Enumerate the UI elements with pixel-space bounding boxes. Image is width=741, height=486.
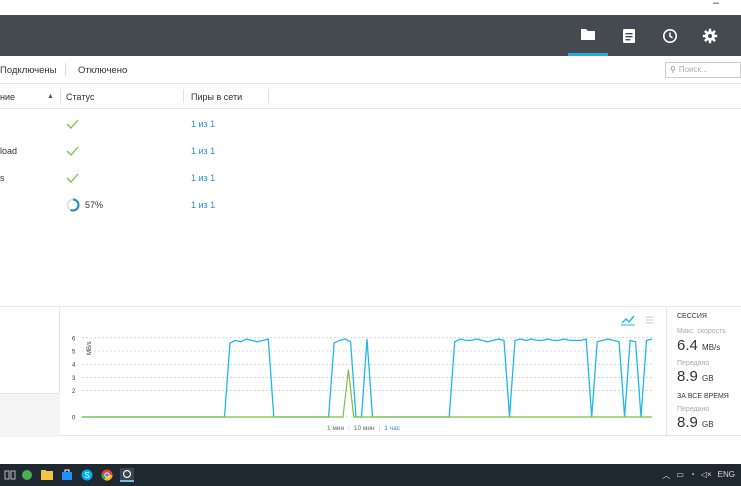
y-tick-label: 0 bbox=[72, 416, 76, 422]
column-name-header[interactable]: ние bbox=[0, 92, 15, 102]
table-row[interactable]: s 1 из 1 bbox=[0, 164, 741, 191]
progress-ring-icon bbox=[66, 198, 80, 212]
list-view-icon[interactable] bbox=[646, 316, 654, 324]
filter-bar: Подключены Отключено ⚲ Поиск... bbox=[0, 56, 741, 84]
trend-chart-icon[interactable] bbox=[621, 315, 635, 324]
column-peers-header[interactable]: Пиры в сети bbox=[191, 92, 242, 102]
y-tick-label: 5 bbox=[72, 350, 76, 356]
stats-panel: СЕССИЯ Макс. скорость 6.4 MB/s Передано … bbox=[666, 307, 741, 437]
settings-button[interactable] bbox=[690, 15, 730, 56]
filter-connected[interactable]: Подключены bbox=[0, 65, 56, 76]
y-tick-label: 2 bbox=[72, 389, 76, 395]
sent-value: 8.9 GB bbox=[677, 368, 714, 385]
row-status bbox=[66, 170, 79, 186]
chrome-icon[interactable] bbox=[100, 468, 114, 482]
table-row[interactable]: load 1 из 1 bbox=[0, 137, 741, 164]
max-speed-unit: MB/s bbox=[702, 343, 721, 352]
sort-ascending-icon[interactable]: ▲ bbox=[47, 93, 54, 100]
row-name: load bbox=[0, 146, 18, 156]
store-icon[interactable] bbox=[60, 468, 74, 482]
row-peers: 1 из 1 bbox=[191, 200, 216, 210]
filter-disabled[interactable]: Отключено bbox=[78, 65, 127, 76]
row-status bbox=[66, 143, 79, 159]
check-icon bbox=[66, 119, 79, 129]
folder-button[interactable] bbox=[568, 15, 608, 56]
search-icon: ⚲ bbox=[670, 65, 676, 74]
search-input[interactable]: ⚲ Поиск... bbox=[665, 62, 741, 78]
volume-icon[interactable]: ◁× bbox=[701, 470, 712, 481]
range-separator: | bbox=[378, 425, 381, 432]
range-1min[interactable]: 1 мин bbox=[327, 425, 344, 432]
windows-taskbar: S ︿ ▭ ◔ ◁× ENG bbox=[0, 464, 741, 486]
speed-graph-panel: 0 2 3 4 5 6 MB/s 1 мин | 10 мин | 1 час СЕССИЯ Мак… bbox=[0, 306, 741, 437]
y-tick-label: 3 bbox=[72, 376, 76, 382]
window-titlebar: – bbox=[0, 0, 741, 15]
language-indicator[interactable]: ENG bbox=[718, 470, 735, 481]
table-row[interactable]: 57% 1 из 1 bbox=[0, 191, 741, 218]
document-button[interactable] bbox=[609, 15, 649, 56]
check-icon bbox=[66, 173, 79, 183]
search-placeholder: Поиск... bbox=[678, 65, 708, 74]
y-tick-label: 4 bbox=[72, 363, 76, 369]
sent-unit: GB bbox=[702, 374, 714, 383]
battery-icon[interactable]: ▭ bbox=[676, 470, 684, 481]
all-sent-number: 8.9 bbox=[677, 414, 698, 431]
y-axis-label: MB/s bbox=[87, 341, 93, 355]
all-sent-label: Передано bbox=[677, 406, 710, 413]
chevron-up-icon[interactable]: ︿ bbox=[662, 470, 670, 481]
svg-text:S: S bbox=[84, 471, 89, 480]
speed-chart: 0 2 3 4 5 6 MB/s bbox=[72, 315, 654, 422]
resilio-sync-icon[interactable] bbox=[120, 468, 134, 482]
clock-icon bbox=[663, 28, 677, 43]
range-separator: | bbox=[348, 425, 350, 432]
range-selector: 1 мин | 10 мин | 1 час bbox=[327, 425, 400, 432]
column-divider bbox=[60, 89, 61, 103]
row-status bbox=[66, 116, 79, 132]
skype-icon[interactable]: S bbox=[80, 468, 94, 482]
row-peers: 1 из 1 bbox=[191, 173, 216, 183]
all-sent-unit: GB bbox=[702, 420, 714, 429]
panel-footer bbox=[0, 394, 60, 437]
all-time-heading: ЗА ВСЕ ВРЕМЯ bbox=[677, 393, 729, 400]
table-header: ние ▲ Статус Пиры в сети bbox=[0, 84, 741, 109]
row-status: 57% bbox=[66, 197, 103, 213]
system-tray: ︿ ▭ ◔ ◁× ENG bbox=[662, 470, 735, 481]
all-sent-value: 8.9 GB bbox=[677, 414, 714, 431]
upload-speed-line bbox=[82, 369, 652, 418]
row-status-text: 57% bbox=[85, 200, 104, 210]
gear-icon bbox=[702, 28, 718, 43]
network-icon[interactable]: ◔ bbox=[690, 470, 695, 481]
file-explorer-icon[interactable] bbox=[40, 468, 54, 482]
folder-icon bbox=[581, 29, 595, 40]
graph-side-panel bbox=[0, 307, 60, 437]
sent-number: 8.9 bbox=[677, 368, 698, 385]
row-peers: 1 из 1 bbox=[191, 146, 216, 156]
max-speed-value: 6.4 MB/s bbox=[677, 337, 720, 354]
y-tick-label: 6 bbox=[72, 336, 76, 342]
session-heading: СЕССИЯ bbox=[677, 313, 707, 320]
row-name: s bbox=[0, 173, 5, 183]
filter-divider bbox=[65, 63, 66, 76]
clock-button[interactable] bbox=[650, 15, 690, 56]
minimize-button[interactable]: – bbox=[713, 0, 719, 9]
column-status-header[interactable]: Статус bbox=[66, 92, 94, 102]
column-divider bbox=[268, 89, 269, 103]
row-peers: 1 из 1 bbox=[191, 119, 216, 129]
range-10min[interactable]: 10 мин bbox=[354, 425, 375, 432]
max-speed-number: 6.4 bbox=[677, 337, 698, 354]
sent-label: Передано bbox=[677, 360, 710, 367]
max-speed-label: Макс. скорость bbox=[677, 328, 727, 335]
app-green-icon[interactable] bbox=[20, 468, 34, 482]
range-1hour[interactable]: 1 час bbox=[384, 425, 400, 432]
document-icon bbox=[623, 28, 635, 43]
column-divider bbox=[183, 89, 184, 103]
check-icon bbox=[66, 146, 79, 156]
top-toolbar bbox=[0, 15, 741, 56]
table-row[interactable]: 1 из 1 bbox=[0, 110, 741, 137]
task-view-icon[interactable] bbox=[3, 468, 17, 482]
